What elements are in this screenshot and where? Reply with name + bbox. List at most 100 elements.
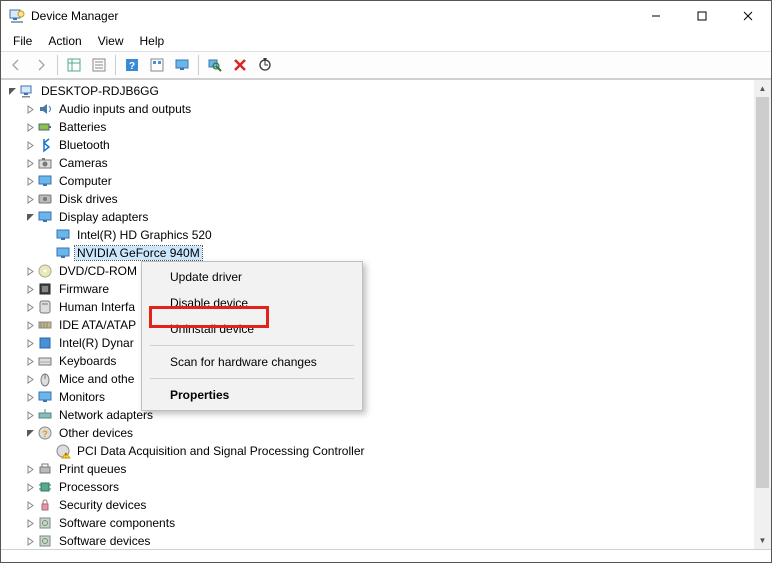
tree-node-label: Processors <box>57 480 121 494</box>
scroll-up-arrow[interactable]: ▲ <box>754 80 771 97</box>
expander-icon[interactable] <box>23 174 37 188</box>
ctx-uninstall-device[interactable]: Uninstall device <box>144 316 360 342</box>
tree-node[interactable]: Keyboards <box>5 352 754 370</box>
expander-icon[interactable] <box>23 138 37 152</box>
device-tree[interactable]: DESKTOP-RDJB6GG Audio inputs and outputs B… <box>1 80 754 549</box>
tree-node[interactable]: Firmware <box>5 280 754 298</box>
ctx-disable-device[interactable]: Disable device <box>144 290 360 316</box>
tree-node-label: Firmware <box>57 282 111 296</box>
show-hide-tree-button[interactable] <box>63 54 85 76</box>
tree-node[interactable]: Computer <box>5 172 754 190</box>
security-icon <box>37 497 53 513</box>
expander-icon[interactable] <box>23 210 37 224</box>
expander-icon[interactable] <box>23 264 37 278</box>
expander-icon[interactable] <box>23 120 37 134</box>
toolbar-separator <box>115 55 116 75</box>
tree-node-label: DESKTOP-RDJB6GG <box>39 84 161 98</box>
ide-icon <box>37 317 53 333</box>
ctx-scan-hardware[interactable]: Scan for hardware changes <box>144 349 360 375</box>
other-icon: ? <box>37 425 53 441</box>
expander-icon[interactable] <box>23 408 37 422</box>
monitor-icon <box>37 389 53 405</box>
menu-file[interactable]: File <box>5 32 40 50</box>
bluetooth-icon <box>37 137 53 153</box>
scan-hardware-button[interactable] <box>204 54 226 76</box>
toolbar-separator <box>198 55 199 75</box>
tree-node[interactable]: Intel(R) Dynar <box>5 334 754 352</box>
audio-icon <box>37 101 53 117</box>
expander-icon[interactable] <box>23 300 37 314</box>
tree-node[interactable]: IDE ATA/ATAP <box>5 316 754 334</box>
tree-node[interactable]: Batteries <box>5 118 754 136</box>
tree-node-label: Audio inputs and outputs <box>57 102 193 116</box>
tree-node[interactable]: Bluetooth <box>5 136 754 154</box>
maximize-button[interactable] <box>679 1 725 31</box>
client-area: DESKTOP-RDJB6GG Audio inputs and outputs B… <box>1 79 771 550</box>
close-button[interactable] <box>725 1 771 31</box>
tree-node[interactable]: Display adapters <box>5 208 754 226</box>
menu-help[interactable]: Help <box>132 32 173 50</box>
expander-icon[interactable] <box>23 156 37 170</box>
battery-icon <box>37 119 53 135</box>
tree-node[interactable]: Processors <box>5 478 754 496</box>
tree-node[interactable]: Network adapters <box>5 406 754 424</box>
tree-node[interactable]: ?Other devices <box>5 424 754 442</box>
tree-node-label: Software devices <box>57 534 152 548</box>
tree-node[interactable]: Disk drives <box>5 190 754 208</box>
tree-node[interactable]: Security devices <box>5 496 754 514</box>
expander-icon[interactable] <box>23 282 37 296</box>
tree-node[interactable]: !PCI Data Acquisition and Signal Process… <box>5 442 754 460</box>
vertical-scrollbar[interactable]: ▲ ▼ <box>754 80 771 549</box>
expander-icon[interactable] <box>23 480 37 494</box>
tree-node[interactable]: DESKTOP-RDJB6GG <box>5 82 754 100</box>
expander-icon[interactable] <box>23 462 37 476</box>
expander-icon[interactable] <box>23 426 37 440</box>
menu-view[interactable]: View <box>90 32 132 50</box>
expander-icon[interactable] <box>23 498 37 512</box>
expander-icon[interactable] <box>23 318 37 332</box>
expander-icon[interactable] <box>23 372 37 386</box>
scroll-thumb[interactable] <box>756 97 769 488</box>
tree-node[interactable]: Audio inputs and outputs <box>5 100 754 118</box>
expander-icon[interactable] <box>23 336 37 350</box>
expander-icon[interactable] <box>23 534 37 548</box>
scroll-track[interactable] <box>754 488 771 532</box>
app-icon <box>9 8 25 24</box>
tree-node[interactable]: Mice and othe <box>5 370 754 388</box>
tree-node[interactable]: Intel(R) HD Graphics 520 <box>5 226 754 244</box>
expander-icon[interactable] <box>23 354 37 368</box>
tree-node[interactable]: Software components <box>5 514 754 532</box>
tree-node-label: Print queues <box>57 462 128 476</box>
tree-node[interactable]: Cameras <box>5 154 754 172</box>
keyboard-icon <box>37 353 53 369</box>
expander-icon[interactable] <box>23 516 37 530</box>
root-icon <box>19 83 35 99</box>
properties-toolbar-button[interactable] <box>88 54 110 76</box>
expander-icon[interactable] <box>23 390 37 404</box>
tree-node[interactable]: Monitors <box>5 388 754 406</box>
back-button[interactable] <box>5 54 27 76</box>
disk-icon <box>37 191 53 207</box>
action-center-button[interactable] <box>146 54 168 76</box>
expander-icon[interactable] <box>23 102 37 116</box>
help-button[interactable]: ? <box>121 54 143 76</box>
tree-node[interactable]: NVIDIA GeForce 940M <box>5 244 754 262</box>
show-hidden-devices-button[interactable] <box>171 54 193 76</box>
forward-button[interactable] <box>30 54 52 76</box>
menu-action[interactable]: Action <box>40 32 89 50</box>
tree-node[interactable]: Human Interfa <box>5 298 754 316</box>
uninstall-toolbar-button[interactable] <box>229 54 251 76</box>
update-driver-toolbar-button[interactable] <box>254 54 276 76</box>
ctx-properties[interactable]: Properties <box>144 382 360 408</box>
tree-node[interactable]: Software devices <box>5 532 754 549</box>
ctx-update-driver[interactable]: Update driver <box>144 264 360 290</box>
window-controls <box>633 1 771 31</box>
minimize-button[interactable] <box>633 1 679 31</box>
expander-icon[interactable] <box>5 84 19 98</box>
computer-icon <box>37 173 53 189</box>
expander-icon[interactable] <box>23 192 37 206</box>
scroll-down-arrow[interactable]: ▼ <box>754 532 771 549</box>
tree-node[interactable]: DVD/CD-ROM <box>5 262 754 280</box>
tree-node[interactable]: Print queues <box>5 460 754 478</box>
firmware-icon <box>37 281 53 297</box>
